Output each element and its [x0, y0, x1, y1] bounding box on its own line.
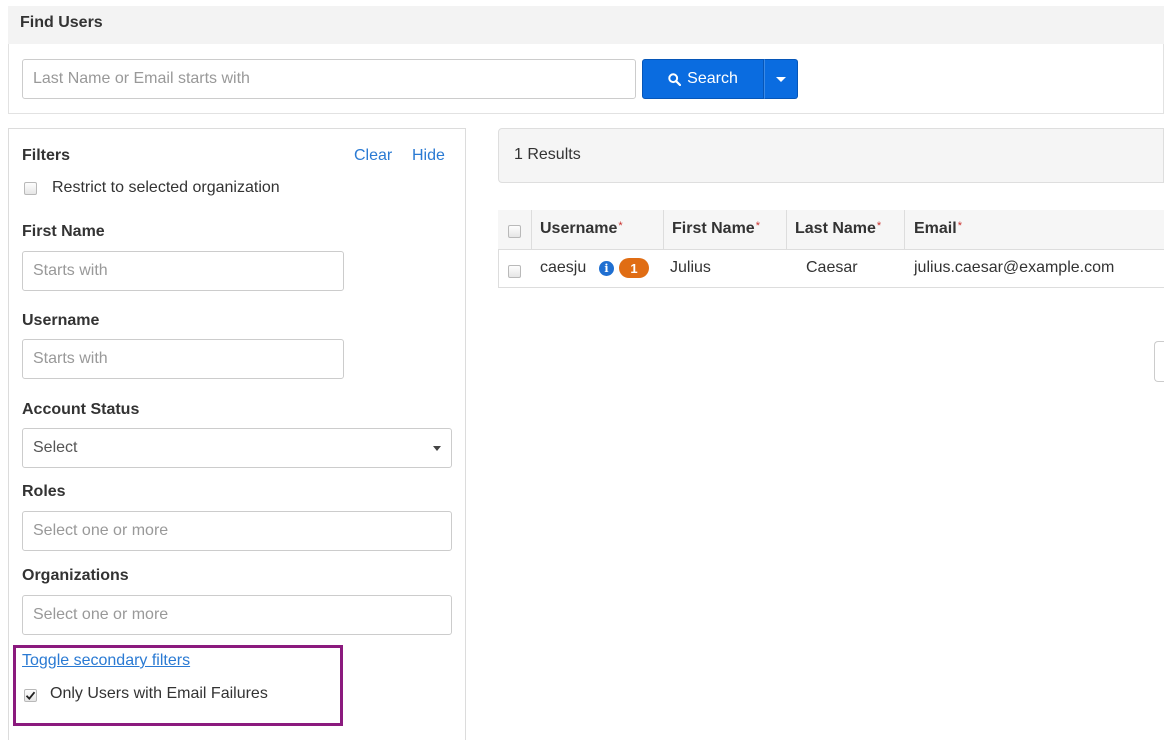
restrict-organization-label: Restrict to selected organization	[52, 179, 280, 196]
checkmark-icon	[25, 691, 36, 700]
first-name-field[interactable]	[22, 251, 344, 291]
column-header-email[interactable]: Email*	[914, 220, 962, 238]
column-header-username[interactable]: Username*	[540, 220, 623, 238]
column-divider	[663, 210, 664, 250]
results-summary-bar	[498, 128, 1164, 183]
cell-last-name: Caesar	[806, 259, 858, 276]
row-select-checkbox[interactable]	[508, 265, 521, 278]
organizations-label: Organizations	[22, 567, 129, 584]
column-header-first-name[interactable]: First Name*	[672, 220, 760, 238]
cell-email: julius.caesar@example.com	[914, 259, 1115, 276]
search-button[interactable]: Search	[642, 59, 764, 99]
cell-username[interactable]: caesju	[540, 259, 586, 277]
chevron-down-icon	[776, 76, 786, 82]
chevron-down-icon	[433, 445, 441, 451]
organizations-field[interactable]	[22, 595, 452, 635]
column-divider	[531, 210, 532, 250]
search-options-dropdown[interactable]	[764, 59, 798, 99]
search-input[interactable]	[22, 59, 636, 99]
column-divider	[904, 210, 905, 250]
search-icon	[668, 72, 682, 86]
column-divider	[786, 210, 787, 250]
email-failures-label: Only Users with Email Failures	[50, 685, 268, 702]
email-failures-checkbox[interactable]	[24, 689, 37, 702]
find-users-header	[8, 6, 1164, 44]
filters-title: Filters	[22, 147, 71, 164]
first-name-label: First Name	[22, 223, 105, 240]
roles-label: Roles	[22, 483, 66, 500]
restrict-organization-checkbox[interactable]	[24, 182, 37, 195]
select-all-checkbox[interactable]	[508, 225, 521, 238]
toggle-secondary-filters-link[interactable]: Toggle secondary filters	[22, 652, 190, 670]
account-status-value: Select	[33, 439, 78, 456]
search-button-label: Search	[687, 70, 738, 87]
column-header-last-name[interactable]: Last Name*	[795, 220, 881, 238]
page-title: Find Users	[20, 14, 103, 31]
info-icon[interactable]: i	[599, 261, 614, 276]
account-status-label: Account Status	[22, 401, 140, 418]
username-field[interactable]	[22, 339, 344, 379]
clear-filters-link[interactable]: Clear	[354, 147, 392, 165]
pagination-control[interactable]	[1154, 341, 1164, 382]
roles-field[interactable]	[22, 511, 452, 551]
email-failure-badge[interactable]: 1	[619, 258, 649, 278]
username-label: Username	[22, 312, 100, 329]
results-count: 1 Results	[514, 146, 581, 163]
cell-first-name: Julius	[670, 259, 711, 276]
account-status-select[interactable]: Select	[22, 428, 452, 468]
hide-filters-link[interactable]: Hide	[412, 147, 445, 165]
